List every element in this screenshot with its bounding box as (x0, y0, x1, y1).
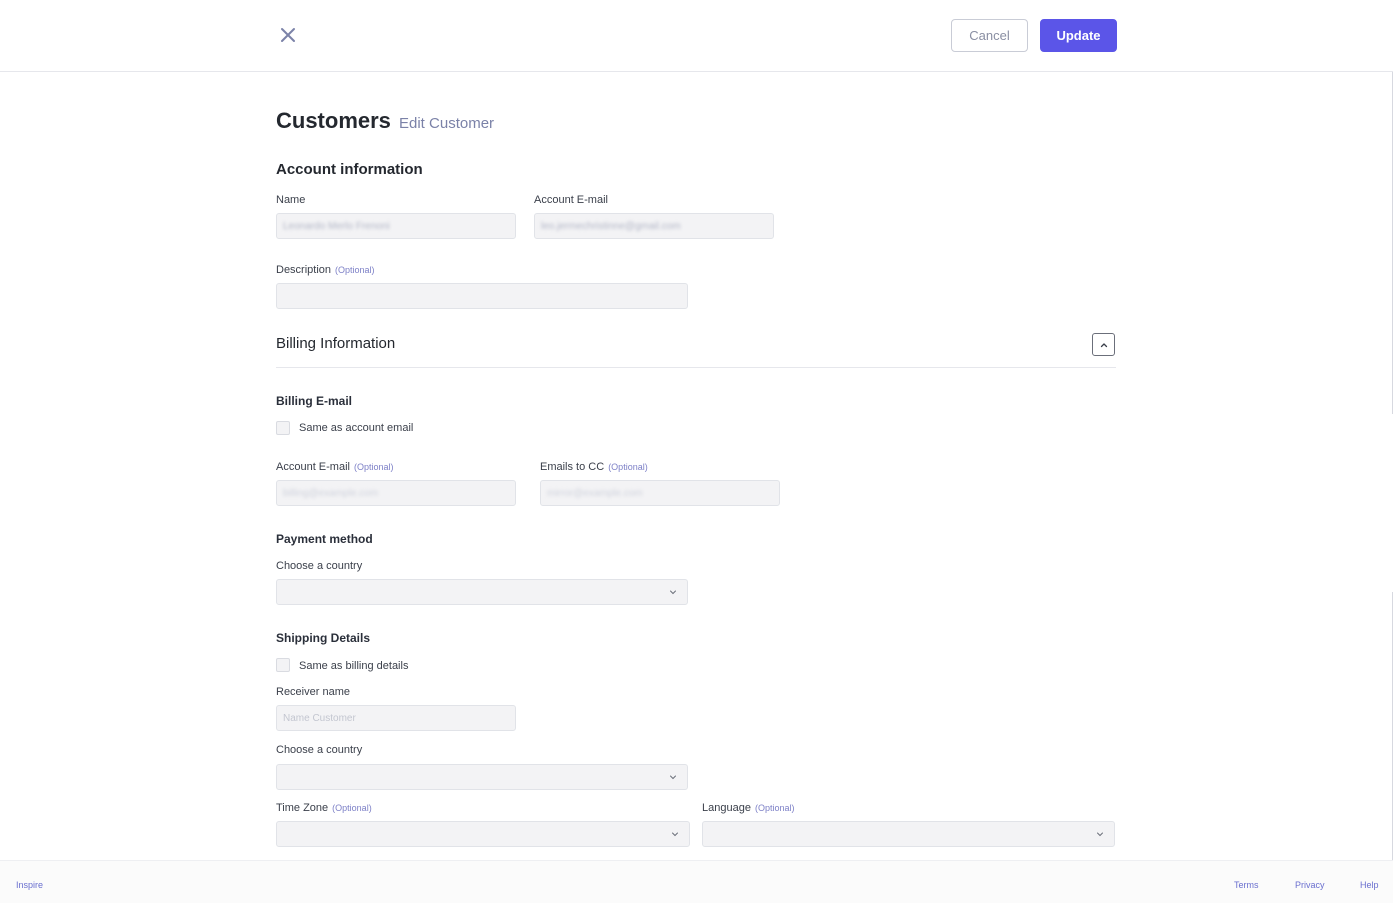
update-button[interactable]: Update (1040, 19, 1117, 52)
description-input[interactable] (276, 283, 688, 309)
billing-account-email-input[interactable]: billing@example.com (276, 480, 516, 506)
page-subtitle: Edit Customer (399, 115, 495, 132)
emails-cc-placeholder: mirror@example.com (547, 487, 643, 499)
billing-account-email-label: Account E-mail (Optional) (276, 461, 394, 473)
name-value: Leonardo Merlo Frenoni (283, 220, 390, 232)
close-button[interactable] (277, 24, 299, 46)
chevron-down-icon (672, 832, 678, 837)
description-label: Description (Optional) (276, 264, 375, 276)
emails-cc-label-text: Emails to CC (540, 461, 605, 473)
close-icon (281, 28, 295, 42)
billing-collapse-button[interactable] (1092, 333, 1115, 356)
language-select[interactable] (702, 821, 1115, 847)
billing-section-title: Billing Information (276, 335, 396, 352)
emails-cc-optional: (Optional) (608, 462, 648, 472)
description-optional: (Optional) (335, 265, 375, 275)
description-label-text: Description (276, 264, 332, 276)
emails-cc-input[interactable]: mirror@example.com (540, 480, 780, 506)
chevron-down-icon (670, 590, 676, 595)
footer-brand-link[interactable]: Inspire (16, 880, 43, 890)
shipping-country-select[interactable] (276, 764, 688, 790)
billing-account-email-placeholder: billing@example.com (283, 487, 379, 499)
footer-privacy-link[interactable]: Privacy (1295, 880, 1325, 890)
emails-cc-label: Emails to CC (Optional) (540, 461, 648, 473)
chevron-up-icon (1100, 342, 1107, 347)
same-as-billing-label: Same as billing details (299, 660, 409, 672)
payment-method-title: Payment method (276, 532, 373, 546)
timezone-optional: (Optional) (332, 803, 372, 813)
account-email-input[interactable]: leo.jermechristinne@gmail.com (534, 213, 774, 239)
timezone-label-text: Time Zone (276, 802, 329, 814)
account-email-value: leo.jermechristinne@gmail.com (541, 220, 681, 232)
same-as-account-label: Same as account email (299, 422, 414, 434)
chevron-down-icon (670, 775, 676, 780)
top-bar: Cancel Update (0, 0, 1393, 72)
billing-divider (276, 367, 1116, 368)
billing-account-email-label-text: Account E-mail (276, 461, 350, 473)
footer-terms-link[interactable]: Terms (1234, 880, 1259, 890)
receiver-name-label: Receiver name (276, 686, 350, 698)
name-input[interactable]: Leonardo Merlo Frenoni (276, 213, 516, 239)
billing-account-email-optional: (Optional) (353, 462, 394, 472)
same-as-account-checkbox[interactable] (276, 421, 290, 435)
receiver-name-input[interactable]: Name Customer (276, 705, 516, 731)
footer-help-link[interactable]: Help (1360, 880, 1379, 890)
same-as-billing-checkbox[interactable] (276, 658, 290, 672)
payment-country-select[interactable] (276, 579, 688, 605)
shipping-country-label: Choose a country (276, 744, 363, 756)
language-optional: (Optional) (754, 803, 795, 813)
receiver-name-placeholder: Name Customer (283, 712, 356, 724)
language-label: Language (Optional) (702, 802, 794, 814)
language-label-text: Language (702, 802, 751, 814)
account-email-label: Account E-mail (534, 194, 608, 206)
timezone-select[interactable] (276, 821, 690, 847)
shipping-details-title: Shipping Details (276, 631, 371, 645)
billing-email-title: Billing E-mail (276, 394, 353, 408)
timezone-label: Time Zone (Optional) (276, 802, 372, 814)
chevron-down-icon (1097, 832, 1103, 837)
name-label: Name (276, 194, 306, 206)
page-title: Customers (276, 108, 391, 133)
main-content: Customers Edit Customer Account informat… (0, 72, 1393, 860)
cancel-button[interactable]: Cancel (951, 19, 1028, 52)
footer: Inspire Terms Privacy Help (0, 860, 1393, 903)
payment-country-label: Choose a country (276, 560, 363, 572)
account-section-title: Account information (276, 161, 423, 178)
